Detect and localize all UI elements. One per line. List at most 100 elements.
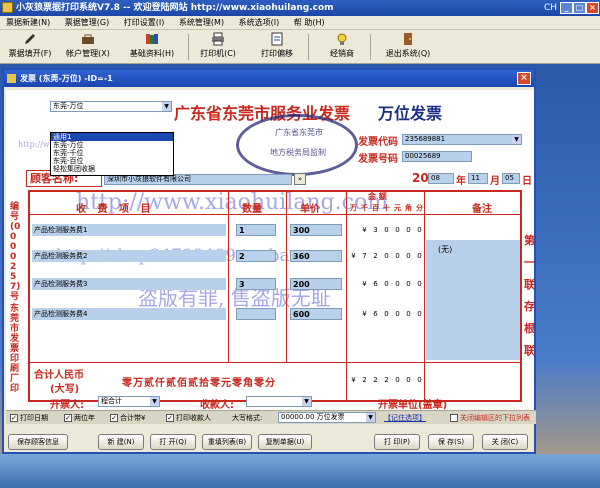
exit-door-icon — [404, 33, 412, 45]
row-qty-input[interactable]: 1 — [236, 224, 276, 236]
chevron-down-icon: ▼ — [366, 413, 375, 422]
row-item-name[interactable]: 产品检测服务费1 — [32, 224, 226, 236]
toolbar-separator — [188, 34, 189, 60]
menu-new[interactable]: 票据新建(N) — [0, 16, 56, 30]
row-amount-digit: 6 — [373, 280, 378, 288]
maximize-button[interactable]: □ — [573, 2, 586, 14]
toolbar-label: 退出系统(Q) — [385, 49, 431, 58]
stub-char: 第 — [524, 234, 534, 247]
menu-print-settings[interactable]: 打印设置(I) — [118, 16, 171, 30]
options-strip: ✓ 打印日期 ✓ 两位年 ✓ 合计带¥ ✓ 打印收款人 大写格式: 00000.00 万… — [6, 410, 536, 424]
stub-char: 联 — [524, 278, 534, 291]
toolbar-invoice-fill[interactable]: 票据填开(F) — [4, 32, 56, 62]
row-price-input[interactable]: 360 — [290, 250, 342, 262]
toolbar-basic-data[interactable]: 基础资料(H) — [124, 32, 180, 62]
toolbar-label: 打印偏移 — [261, 49, 293, 58]
save-button[interactable]: 保 存(S) — [428, 434, 474, 450]
toolbar-print-offset[interactable]: 打印偏移 — [254, 32, 300, 62]
total-digit: ¥ — [351, 376, 356, 384]
toolbox-icon — [82, 34, 94, 44]
seal-line-2: 地方税务局监制 — [270, 148, 326, 157]
invoice-code-select[interactable]: 235689881 ▼ — [402, 134, 522, 145]
date-month-input[interactable]: 11 — [468, 173, 488, 184]
row-price-input[interactable]: 600 — [290, 308, 342, 320]
customer-pick-button[interactable]: » — [294, 173, 306, 185]
toolbar-printer[interactable]: 打印机(C) — [196, 32, 240, 62]
checkbox-box — [450, 414, 458, 422]
toolbar-accounts[interactable]: 帐户管理(X) — [62, 32, 114, 62]
template-option[interactable]: 东莞-千位 — [51, 149, 173, 157]
grid-line — [286, 190, 287, 362]
col-header-digits: 万千百十元角分 — [348, 202, 425, 214]
col-header-remark: 备注 — [472, 204, 492, 215]
date-year-prefix: 20 — [412, 171, 429, 185]
pencil-icon — [25, 34, 35, 44]
menu-system[interactable]: 系统管理(M) — [173, 16, 230, 30]
close-button[interactable]: 关 闭(C) — [482, 434, 528, 450]
toolbar-label: 基础资料(H) — [129, 49, 175, 58]
copy-invoice-button[interactable]: 复制单据(U) — [258, 434, 312, 450]
serial-number-side: 编号(0000257)号 — [10, 202, 21, 302]
print-collector-checkbox[interactable]: ✓ 打印收款人 — [166, 413, 211, 423]
row-amount-digit: 0 — [417, 252, 422, 260]
app-close-button[interactable]: × — [586, 2, 599, 14]
row-amount-digit: 0 — [406, 252, 411, 260]
col-header-qty: 数量 — [242, 204, 262, 215]
checkbox-label: 关闭编辑区的下拉列表 — [460, 414, 530, 422]
template-option[interactable]: 东莞-万位 — [51, 141, 173, 149]
invoice-no-input[interactable]: 00025689 — [402, 151, 472, 162]
minimize-button[interactable]: _ — [560, 2, 573, 14]
dialog-title: 发票 (东莞-万位) -ID=-1 — [20, 74, 113, 83]
total-with-yen-checkbox[interactable]: ✓ 合计带¥ — [110, 413, 145, 423]
row-price-input[interactable]: 200 — [290, 278, 342, 290]
remember-options-link[interactable]: 【记住选项】 — [384, 413, 426, 423]
row-qty-input[interactable] — [236, 308, 276, 320]
menu-help[interactable]: 帮 助(H) — [288, 16, 331, 30]
template-option[interactable]: 东莞-百位 — [51, 157, 173, 165]
row-amount-digit: 0 — [406, 226, 411, 234]
menu-manage[interactable]: 票据管理(G) — [59, 16, 115, 30]
row-amount-digit: 0 — [384, 310, 389, 318]
date-year-input[interactable]: 08 — [428, 173, 454, 184]
row-item-name[interactable]: 产品检测服务费4 — [32, 308, 226, 320]
row-amount-digit: 0 — [384, 280, 389, 288]
print-date-checkbox[interactable]: ✓ 打印日期 — [10, 413, 48, 423]
date-year-label: 年 — [456, 176, 466, 187]
payee-select[interactable]: 程合计 ▼ — [98, 396, 160, 407]
check-icon: ✓ — [64, 414, 72, 422]
toolbar-exit[interactable]: 退出系统(Q) — [380, 32, 436, 62]
collector-select[interactable]: ▼ — [246, 396, 312, 407]
row-price-input[interactable]: 300 — [290, 224, 342, 236]
row-qty-input[interactable]: 2 — [236, 250, 276, 262]
template-option[interactable]: 轻松集团收据 — [51, 165, 173, 173]
row-item-name[interactable]: 产品检测服务费2 — [32, 250, 226, 262]
digit-header: 分 — [416, 204, 423, 212]
row-amount-digit: 0 — [395, 226, 400, 234]
reset-list-button[interactable]: 重填列表(B) — [202, 434, 252, 450]
remark-area[interactable]: (无) — [426, 240, 520, 360]
row-amount-digit: 0 — [395, 252, 400, 260]
date-day-input[interactable]: 05 — [502, 173, 520, 184]
row-amount-digit: ¥ — [362, 280, 367, 288]
dialog-close-button[interactable]: × — [517, 72, 531, 85]
print-button[interactable]: 打 印(P) — [374, 434, 420, 450]
row-qty-input[interactable]: 3 — [236, 278, 276, 290]
format-select[interactable]: 00000.00 万位发票 ▼ — [278, 412, 376, 423]
check-icon: ✓ — [10, 414, 18, 422]
grid-line — [28, 362, 522, 363]
menu-options[interactable]: 系统选项(I) — [233, 16, 286, 30]
template-select[interactable]: 东莞-万位 ▼ — [50, 101, 172, 112]
row-amount-digit: ¥ — [351, 252, 356, 260]
toolbar-separator — [370, 34, 371, 60]
checkbox-label: 两位年 — [74, 414, 95, 422]
check-icon: ✓ — [110, 414, 118, 422]
two-digit-year-checkbox[interactable]: ✓ 两位年 — [64, 413, 95, 423]
close-dropdown-checkbox[interactable]: 关闭编辑区的下拉列表 — [450, 413, 530, 423]
template-option[interactable]: 通用1 — [51, 133, 173, 141]
save-customer-button[interactable]: 保存顾客信息 — [8, 434, 68, 450]
new-button[interactable]: 新 建(N) — [98, 434, 144, 450]
open-button[interactable]: 打 开(Q) — [150, 434, 196, 450]
toolbar-dealer[interactable]: 经销商 — [322, 32, 362, 62]
total-label-upper: (大写) — [50, 384, 80, 395]
row-item-name[interactable]: 产品检测服务费3 — [32, 278, 226, 290]
